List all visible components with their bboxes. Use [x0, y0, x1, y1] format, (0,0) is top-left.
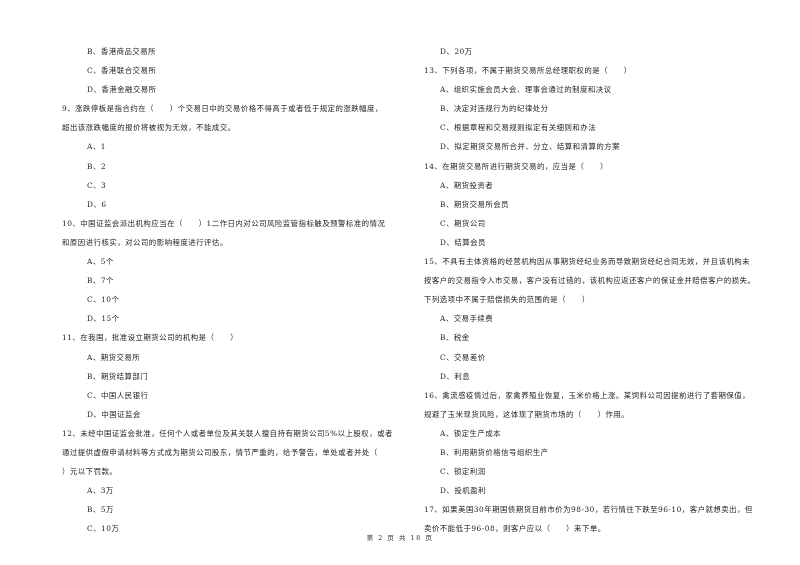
question-text-continued: 通过提供虚假申请材料等方式成为期货公司股东，情节严重的，给予警告，单处或者并处（	[62, 447, 378, 457]
answer-option: A、3万	[87, 486, 114, 496]
answer-option: C、根据章程和交易规则拟定有关细则和办法	[440, 123, 597, 133]
right-column: D、20万 13、下列各项，不属于期货交易所总经理职权的是（ ） A、组织实施会员大…	[424, 42, 776, 538]
answer-option: D、投机盈利	[440, 486, 486, 496]
answer-option: A、交易手续费	[440, 314, 494, 324]
answer-option: B、5万	[87, 505, 114, 515]
page-footer: 第 2 页 共 18 页	[366, 534, 434, 542]
question-text-continued: 下列选项中不属于赔偿损失的范围的是（ ）	[424, 295, 590, 305]
answer-option: B、税金	[440, 333, 470, 343]
answer-option: B、利用期货价格信号组织生产	[440, 447, 549, 457]
document-page: B、香港商品交易所 C、香港联合交易所 D、香港金融交易所 9、涨跌停板是指合约在（ …	[0, 0, 800, 565]
answer-option: B、2	[87, 161, 107, 171]
question-text: 10、中国证监会派出机构应当在（ ）1二作日内对公司风险监管指标触及预警标准的情…	[62, 218, 386, 228]
question-text-continued: 规避了玉米现货风险，这体现了期货市场的（ ）作用。	[424, 409, 630, 419]
answer-option: C、香港联合交易所	[87, 66, 157, 76]
question-text: 13、下列各项，不属于期货交易所总经理职权的是（ ）	[424, 66, 632, 76]
answer-option: A、1	[87, 142, 106, 152]
answer-option: A、锁定生产成本	[440, 428, 502, 438]
answer-option: C、锁定利润	[440, 467, 486, 477]
question-text: 17、如果美国30年期国债期货目前市价为98-30，若行情往下跌至96-10，客…	[424, 505, 753, 515]
answer-option: C、期货公司	[440, 218, 486, 228]
answer-option: D、拟定期货交易所合并、分立、结算和清算的方案	[440, 142, 621, 152]
answer-option: D、6	[87, 199, 107, 209]
question-text: 16、禽流感疫情过后，家禽养殖业恢复，玉米价格上涨。某饲料公司因提前进行了套期保…	[424, 390, 751, 400]
answer-option: D、利息	[440, 371, 471, 381]
answer-option: C、中国人民银行	[87, 390, 149, 400]
answer-option: D、15个	[87, 314, 120, 324]
question-text: 11、在我国，批准设立期货公司的机构是（ ）	[62, 333, 239, 343]
question-text-continued: 和原因进行核实，对公司的影响程度进行评估。	[62, 237, 228, 247]
answer-option: B、期货交易所会员	[440, 199, 510, 209]
question-text: 9、涨跌停板是指合约在（ ）个交易日中的交易价格不得高于或者低于规定的涨跌幅度，	[62, 104, 383, 114]
answer-option: B、香港商品交易所	[87, 47, 157, 56]
question-text-continued: ）元以下罚款。	[62, 467, 118, 477]
answer-option: A、期货交易所	[87, 352, 141, 362]
answer-option: A、期货投资者	[440, 180, 494, 190]
answer-option: D、香港金融交易所	[87, 85, 157, 95]
question-text-continued: 按客户的交易指令入市交易，客户没有过错的，该机构应返还客户的保证金并赔偿客户的损…	[424, 276, 756, 286]
answer-option: D、中国证监会	[87, 409, 141, 419]
answer-option: A、组织实施会员大会、理事会通过的制度和决议	[440, 85, 612, 95]
question-text: 14、在期货交易所进行期货交易的，应当是（ ）	[424, 161, 609, 171]
answer-option: D、结算会员	[440, 237, 486, 247]
answer-option: B、7个	[87, 276, 114, 286]
question-text: 12、未经中国证监会批准，任何个人或者单位及其关联人擅自持有期货公司5%以上股权…	[62, 428, 393, 438]
answer-option: A、5个	[87, 257, 114, 267]
question-text-continued: 超出该涨跌幅度的报价将被视为无效，不能成交。	[62, 123, 236, 133]
answer-option: C、3	[87, 180, 107, 190]
answer-option: D、20万	[440, 47, 473, 56]
answer-option: C、10个	[87, 295, 120, 305]
answer-option: B、决定对违规行为的纪律处分	[440, 104, 549, 114]
left-column: B、香港商品交易所 C、香港联合交易所 D、香港金融交易所 9、涨跌停板是指合约在（ …	[62, 42, 404, 538]
answer-option: C、交易差价	[440, 352, 486, 362]
answer-option: B、期货结算部门	[87, 371, 149, 381]
question-text: 15、不具有主体资格的经营机构因从事期货经纪业务而导致期货经纪合同无效，并且该机…	[424, 257, 751, 267]
